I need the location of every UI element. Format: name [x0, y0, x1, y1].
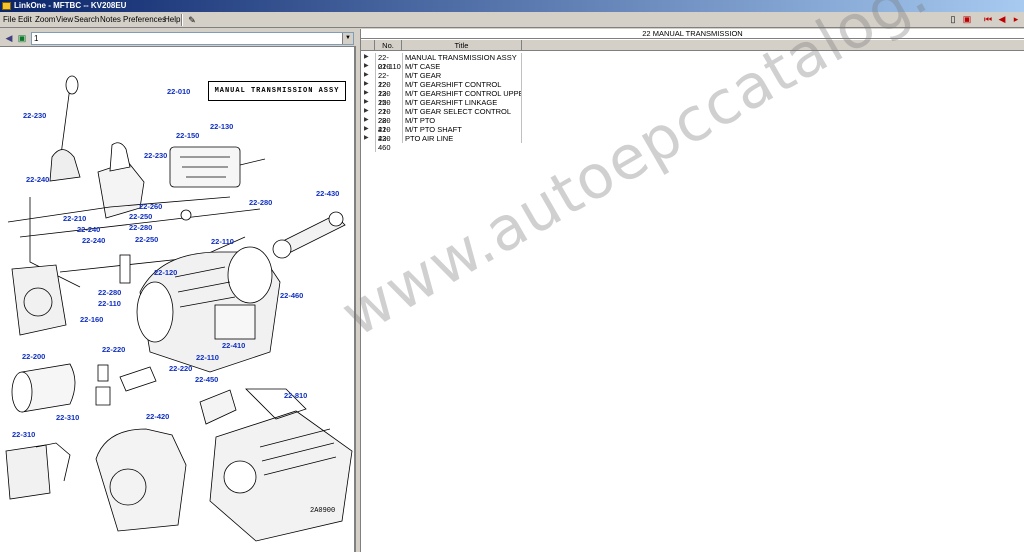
- prev-page-icon[interactable]: ◀: [997, 14, 1007, 24]
- app-icon: [2, 2, 11, 10]
- parts-list-pane: 22 MANUAL TRANSMISSION No. Title ▶ 22-010…: [360, 29, 1024, 552]
- parts-list-title: 22 MANUAL TRANSMISSION: [361, 29, 1024, 39]
- part-label[interactable]: 22-310: [56, 413, 79, 422]
- part-label[interactable]: 22-160: [80, 315, 103, 324]
- part-label[interactable]: 22-220: [102, 345, 125, 354]
- table-row[interactable]: ▶ 22-460 PTO AIR LINE: [361, 134, 1024, 152]
- expand-arrow-icon[interactable]: ▶: [364, 125, 374, 134]
- pin-icon[interactable]: ✎: [186, 14, 198, 26]
- part-label[interactable]: 22-230: [144, 151, 167, 160]
- table-row[interactable]: ▶ 22-210 M/T GEARSHIFT LINKAGE: [361, 98, 1024, 116]
- first-page-icon[interactable]: ⏮: [983, 14, 993, 24]
- part-label[interactable]: 22-230: [23, 111, 46, 120]
- table-row[interactable]: ▶ 22-120 M/T GEAR: [361, 71, 1024, 89]
- menu-notes[interactable]: Notes: [100, 14, 121, 26]
- parts-list-rows: ▶ 22-010 MANUAL TRANSMISSION ASSY ▶ 22-110 M…: [361, 53, 1024, 152]
- row-title: M/T GEARSHIFT CONTROL UPPER: [402, 89, 522, 98]
- part-label[interactable]: 22-280: [98, 288, 121, 297]
- expand-arrow-icon[interactable]: ▶: [364, 80, 374, 89]
- menu-file[interactable]: File: [3, 14, 16, 26]
- parts-list-header: No. Title: [361, 40, 1024, 51]
- expand-arrow-icon[interactable]: ▶: [364, 107, 374, 116]
- row-title: M/T GEARSHIFT LINKAGE: [402, 98, 522, 107]
- next-page-icon[interactable]: ▸: [1011, 14, 1021, 24]
- menu-zoom[interactable]: Zoom: [35, 14, 55, 26]
- menu-edit[interactable]: Edit: [18, 14, 32, 26]
- part-label[interactable]: 22-310: [12, 430, 35, 439]
- row-title: M/T CASE: [402, 62, 522, 71]
- part-label[interactable]: 22-460: [280, 291, 303, 300]
- row-title: M/T PTO: [402, 116, 522, 125]
- row-title: MANUAL TRANSMISSION ASSY: [402, 53, 522, 62]
- part-label[interactable]: 22-240: [77, 225, 100, 234]
- part-label[interactable]: 22-410: [222, 341, 245, 350]
- expand-arrow-icon[interactable]: ▶: [364, 71, 374, 80]
- print-icon[interactable]: ▣: [962, 14, 972, 24]
- part-label[interactable]: 22-150: [176, 131, 199, 140]
- part-label[interactable]: 22-210: [63, 214, 86, 223]
- part-label[interactable]: 22-250: [135, 235, 158, 244]
- part-label[interactable]: 22-220: [169, 364, 192, 373]
- page-combo[interactable]: 1 ▼: [31, 32, 354, 45]
- part-label[interactable]: 22-420: [146, 412, 169, 421]
- expand-arrow-icon[interactable]: ▶: [364, 89, 374, 98]
- expand-arrow-icon[interactable]: ▶: [364, 53, 374, 62]
- table-row[interactable]: ▶ 22-150 M/T GEARSHIFT CONTROL UPPER: [361, 89, 1024, 107]
- table-row[interactable]: ▶ 22-410 M/T PTO: [361, 116, 1024, 134]
- part-label[interactable]: 22-240: [26, 175, 49, 184]
- window-titlebar: LinkOne - MFTBC -- KV208EU: [0, 0, 1024, 12]
- part-label[interactable]: 22-240: [82, 236, 105, 245]
- part-label[interactable]: 22-450: [195, 375, 218, 384]
- menu-search[interactable]: Search: [74, 14, 99, 26]
- menu-help[interactable]: Help: [164, 14, 180, 26]
- window-title: LinkOne - MFTBC -- KV208EU: [14, 1, 127, 10]
- expand-arrow-icon[interactable]: ▶: [364, 116, 374, 125]
- column-header-title[interactable]: Title: [402, 40, 522, 51]
- part-label[interactable]: 22-130: [210, 122, 233, 131]
- row-no: 22-110: [375, 62, 401, 71]
- table-row[interactable]: ▶ 22-010 MANUAL TRANSMISSION ASSY: [361, 53, 1024, 71]
- chevron-down-icon[interactable]: ▼: [342, 33, 353, 44]
- row-no: 22-460: [375, 134, 401, 152]
- row-title: PTO AIR LINE: [402, 134, 522, 143]
- part-label[interactable]: 22-810: [284, 391, 307, 400]
- part-label[interactable]: 22-200: [22, 352, 45, 361]
- menu-preferences[interactable]: Preferences: [123, 14, 166, 26]
- part-label[interactable]: 22-280: [249, 198, 272, 207]
- diagram-toolbar: ◀ ▣ 1 ▼: [0, 29, 356, 47]
- column-header-marker: [361, 40, 375, 51]
- table-row[interactable]: ▶ 22-130 M/T GEARSHIFT CONTROL: [361, 80, 1024, 98]
- part-label[interactable]: 22-430: [316, 189, 339, 198]
- part-label[interactable]: 22-010: [167, 87, 190, 96]
- part-label[interactable]: 22-250: [129, 212, 152, 221]
- part-label[interactable]: 22-110: [98, 299, 121, 308]
- expand-arrow-icon[interactable]: ▶: [364, 134, 374, 143]
- drawing-id: 2A0900: [310, 507, 336, 515]
- page-combo-value: 1: [34, 34, 39, 43]
- table-row[interactable]: ▶ 22-110 M/T CASE: [361, 62, 1024, 71]
- assembly-title-box[interactable]: MANUAL TRANSMISSION ASSY: [208, 81, 346, 101]
- menu-separator: [181, 14, 183, 26]
- menu-view[interactable]: View: [56, 14, 73, 26]
- open-icon[interactable]: ▣: [16, 32, 28, 44]
- part-label[interactable]: 22-120: [154, 268, 177, 277]
- back-icon[interactable]: ◀: [3, 32, 15, 44]
- menu-bar: File Edit Zoom View Search Notes Prefere…: [0, 12, 1024, 28]
- expand-arrow-icon[interactable]: ▶: [364, 98, 374, 107]
- row-title: M/T GEAR SELECT CONTROL: [402, 107, 522, 116]
- expand-arrow-icon[interactable]: ▶: [364, 62, 374, 71]
- diagram-pane[interactable]: MANUAL TRANSMISSION ASSY 22-010 22-230 2…: [0, 47, 356, 552]
- table-row[interactable]: ▶ 22-280 M/T GEAR SELECT CONTROL: [361, 107, 1024, 125]
- part-label[interactable]: 22-110: [196, 353, 219, 362]
- book-icon[interactable]: ▯: [948, 14, 958, 24]
- column-header-no[interactable]: No.: [375, 40, 402, 51]
- table-row[interactable]: ▶ 22-430 M/T PTO SHAFT: [361, 125, 1024, 143]
- part-label[interactable]: 22-110: [211, 237, 234, 246]
- row-title: M/T GEARSHIFT CONTROL: [402, 80, 522, 89]
- row-title: M/T GEAR: [402, 71, 522, 80]
- row-title: M/T PTO SHAFT: [402, 125, 522, 134]
- part-label[interactable]: 22-280: [129, 223, 152, 232]
- part-label[interactable]: 22-260: [139, 202, 162, 211]
